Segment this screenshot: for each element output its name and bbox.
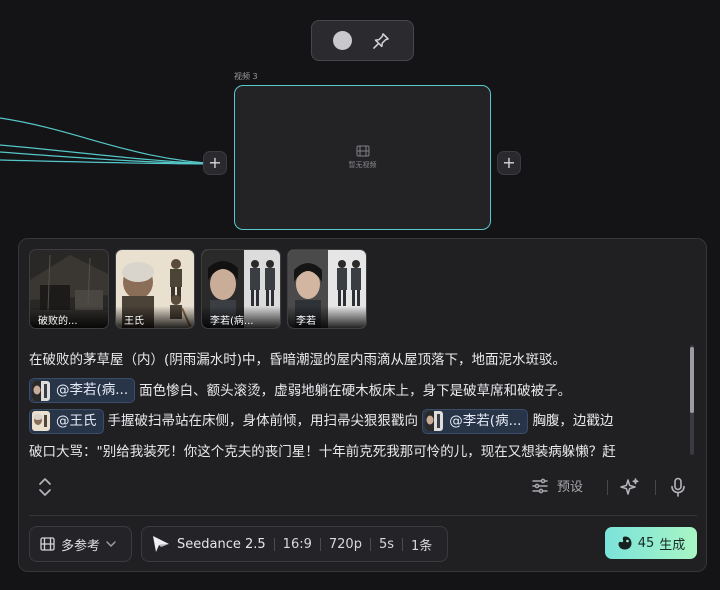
preset-label: 预设 — [557, 480, 584, 495]
sliders-icon — [532, 478, 548, 493]
preset-button[interactable]: 预设 — [531, 476, 583, 495]
plus-icon: + — [208, 153, 222, 172]
prompt-text: 胸腹，边戳边 — [532, 413, 614, 429]
reference-thumbnails: 破败的... 王氏 李若(病... 李若 — [29, 249, 367, 329]
reference-thumb-label: 李若 — [288, 306, 366, 328]
record-icon[interactable] — [333, 31, 352, 50]
prompt-line: @王氏 手握破扫帚站在床侧，身体前倾，用扫帚尖狠狠戳向 @李若(病... 胸腹，边戳… — [29, 406, 689, 437]
video-node[interactable]: 暂无视频 — [234, 85, 491, 230]
mention-chip-wang[interactable]: @王氏 — [29, 408, 104, 434]
prompt-text: 手握破扫帚站在床侧，身体前倾，用扫帚尖狠狠戳向 — [107, 413, 419, 429]
mention-chip-liruo-sick[interactable]: @李若(病... — [422, 408, 529, 434]
reference-thumb-wang[interactable]: 王氏 — [115, 249, 195, 329]
toolbar-divider — [655, 480, 656, 495]
generate-button[interactable]: 45 生成 — [605, 527, 697, 559]
reference-thumb-liruo[interactable]: 李若 — [287, 249, 367, 329]
generate-cost: 45 — [637, 535, 655, 551]
panel-divider — [29, 515, 697, 516]
param-divider — [273, 537, 275, 551]
node-title: 视频 3 — [234, 72, 258, 81]
reference-thumb-label: 李若(病... — [202, 306, 280, 328]
reference-thumb-scene[interactable]: 破败的... — [29, 249, 109, 329]
resolution: 720p — [328, 536, 362, 552]
empty-video-label: 暂无视频 — [348, 161, 377, 169]
scrollbar-thumb[interactable] — [690, 347, 694, 413]
duration: 5s — [378, 536, 394, 552]
mention-avatar — [425, 411, 444, 431]
mention-chip-liruo-sick[interactable]: @李若(病... — [29, 378, 136, 403]
reference-thumb-liruo-sick[interactable]: 李若(病... — [201, 249, 281, 329]
reference-mode-label: 多参考 — [61, 538, 101, 554]
mention-avatar — [32, 411, 50, 431]
plus-icon: + — [502, 153, 516, 172]
seedance-logo-icon — [153, 536, 169, 552]
model-settings-bar[interactable]: Seedance 2.5 16:9 720p 5s 1条 — [141, 526, 448, 562]
reference-thumb-label: 王氏 — [116, 306, 194, 328]
prompt-scrollbar[interactable] — [690, 345, 694, 455]
reference-mode-dropdown[interactable]: 多参考 — [29, 526, 132, 562]
reference-thumb-label: 破败的... — [30, 306, 108, 328]
mention-avatar — [32, 380, 50, 401]
prompt-panel: 破败的... 王氏 李若(病... 李若 在破败的茅草屋（内）(阴雨漏水时)中，… — [18, 238, 707, 572]
mention-label: @李若(病... — [56, 382, 129, 399]
sparkle-icon[interactable] — [620, 477, 640, 497]
top-toolbar — [311, 20, 414, 61]
model-name: Seedance 2.5 — [177, 536, 266, 552]
toolbar-divider — [607, 480, 608, 495]
film-icon — [40, 537, 55, 551]
expand-vertical-icon[interactable] — [37, 477, 53, 497]
prompt-line: 破口大骂："别给我装死！你这个克夫的丧门星！十年前克死我那可怜的儿，现在又想装病… — [29, 443, 616, 460]
microphone-icon[interactable] — [670, 477, 686, 497]
output-count: 1条 — [411, 538, 433, 554]
param-divider — [319, 537, 321, 551]
param-divider — [402, 537, 403, 551]
param-divider — [369, 537, 371, 551]
aspect-ratio: 16:9 — [282, 536, 312, 552]
add-input-button[interactable]: + — [203, 151, 227, 175]
prompt-line: 在破败的茅草屋（内）(阴雨漏水时)中，昏暗潮湿的屋内雨滴从屋顶落下，地面泥水斑驳… — [29, 352, 567, 368]
generation-controls: 多参考 Seedance 2.5 16:9 720p 5s 1条 45 生成 — [29, 526, 698, 562]
pin-icon[interactable] — [370, 30, 392, 52]
chevron-down-icon — [106, 541, 116, 547]
generate-label: 生成 — [659, 537, 686, 553]
prompt-line: @李若(病... 面色惨白、额头滚烫，虚弱地躺在硬木板床上，身下是破草席和破被子。 — [29, 376, 689, 407]
prompt-tools: 预设 — [19, 475, 708, 501]
prompt-editor[interactable]: 在破败的茅草屋（内）(阴雨漏水时)中，昏暗潮湿的屋内雨滴从屋顶落下，地面泥水斑驳… — [29, 345, 689, 459]
film-icon — [356, 145, 369, 157]
bean-icon — [618, 536, 632, 550]
mention-label: @李若(病... — [449, 412, 522, 429]
prompt-text: 面色惨白、额头滚烫，虚弱地躺在硬木板床上，身下是破草席和破被子。 — [139, 382, 572, 399]
add-output-button[interactable]: + — [497, 151, 521, 175]
mention-label: @王氏 — [56, 412, 97, 429]
